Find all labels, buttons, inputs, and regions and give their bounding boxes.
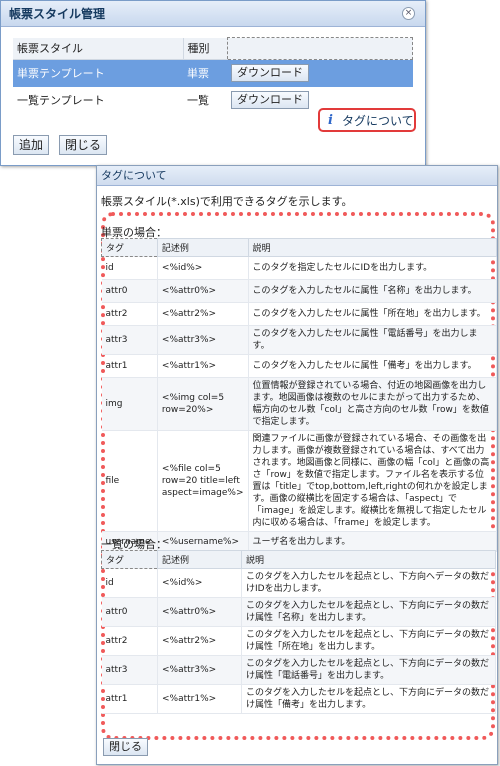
row-type: 単票 (183, 59, 227, 87)
about-tags-label: タグについて (342, 113, 414, 128)
table-row: attr3 <%attr3%> このタグを入力したセルを起点とし、下方向にデータ… (101, 655, 496, 685)
tag-cell: img (101, 377, 158, 431)
tag-cell: attr3 (101, 655, 158, 685)
description-cell: ユーザ名を出力します。 (248, 531, 497, 552)
tag-cell: attr1 (101, 354, 158, 378)
table-row: attr0 <%attr0%> このタグを入力したセルに属性「名称」を出力します… (101, 279, 497, 303)
column-header-action (226, 37, 413, 60)
row-type: 一覧 (187, 94, 209, 107)
description-cell: このタグを入力したセルを起点とし、下方向へデータの数だけIDを出力します。 (241, 568, 496, 598)
column-header-example[interactable]: 記述例 (157, 550, 242, 569)
description-cell: 関連ファイルに画像が登録されている場合、その画像を出力します。画像が複数登録され… (248, 430, 497, 532)
dialog-description: 帳票スタイル(*.xls)で利用できるタグを示します。 (101, 195, 353, 208)
description-cell: このタグを入力したセルを起点とし、下方向にデータの数だけ属性「所在地」を出力しま… (241, 626, 496, 656)
example-cell: <%attr1%> (157, 354, 249, 378)
description-cell: このタグを入力したセルに属性「名称」を出力します。 (248, 279, 497, 303)
close-button[interactable]: 閉じる (103, 738, 148, 756)
description-cell: このタグを入力したセルを起点とし、下方向にデータの数だけ属性「名称」を出力します… (241, 597, 496, 627)
example-cell: <%attr2%> (157, 626, 242, 656)
table-header: 帳票スタイル 種別 (13, 37, 413, 60)
dialog-title: タグについて (97, 166, 497, 186)
table-row: img <%img col=5 row=20%> 位置情報が登録されている場合、… (101, 377, 497, 431)
example-cell: <%id%> (157, 568, 242, 598)
example-cell: <%attr2%> (157, 302, 249, 326)
row-style-name: 単票テンプレート (13, 59, 183, 87)
example-cell: <%attr0%> (157, 597, 242, 627)
table-row: attr3 <%attr3%> このタグを入力したセルに属性「電話番号」を出力し… (101, 325, 497, 355)
table-row: attr1 <%attr1%> このタグを入力したセルを起点とし、下方向にデータ… (101, 684, 496, 714)
table-row: id <%id%> このタグを指定したセルにIDを出力します。 (101, 256, 497, 280)
tag-help-dialog: タグについて 帳票スタイル(*.xls)で利用できるタグを示します。 単票の場合… (96, 165, 498, 765)
download-button[interactable]: ダウンロード (231, 64, 309, 83)
close-icon[interactable]: × (402, 7, 415, 20)
add-button[interactable]: 追加 (13, 135, 50, 155)
table-header: タグ 記述例 説明 (101, 238, 497, 257)
description-cell: このタグを入力したセルを起点とし、下方向にデータの数だけ属性「電話番号」を出力し… (241, 655, 496, 685)
row-style-name: 一覧テンプレート (17, 94, 105, 107)
table-row: attr2 <%attr2%> このタグを入力したセルを起点とし、下方向にデータ… (101, 626, 496, 656)
column-header-example[interactable]: 記述例 (156, 238, 249, 257)
tag-cell: id (101, 256, 158, 280)
about-tags-link[interactable]: i タグについて (318, 108, 416, 132)
description-cell: このタグを入力したセルに属性「所在地」を出力します。 (248, 302, 497, 326)
column-header-tag[interactable]: タグ (101, 550, 158, 569)
description-cell: このタグを入力したセルを起点とし、下方向にデータの数だけ属性「備考」を出力します… (241, 684, 496, 714)
tag-cell: id (101, 568, 158, 598)
column-header-description[interactable]: 説明 (247, 238, 497, 257)
example-cell: <%id%> (157, 256, 249, 280)
table-row: attr2 <%attr2%> このタグを入力したセルに属性「所在地」を出力しま… (101, 302, 497, 326)
list-tag-table: タグ 記述例 説明 id <%id%> このタグを入力したセルを起点とし、下方向… (101, 550, 496, 714)
dialog-title: 帳票スタイル管理 (9, 7, 106, 21)
tag-cell: attr1 (101, 684, 158, 714)
example-cell: <%attr3%> (157, 655, 242, 685)
tag-cell: attr0 (101, 597, 158, 627)
example-cell: <%file col=5 row=20 title=left aspect=im… (157, 430, 249, 532)
column-header-style[interactable]: 帳票スタイル (13, 37, 184, 60)
close-button[interactable]: 閉じる (59, 135, 108, 155)
example-cell: <%img col=5 row=20%> (157, 377, 249, 431)
example-cell: <%attr1%> (157, 684, 242, 714)
style-table: 帳票スタイル 種別 単票テンプレート 単票 ダウンロード 一覧テンプレート 一覧… (13, 37, 413, 114)
example-cell: <%attr0%> (157, 279, 249, 303)
column-header-description[interactable]: 説明 (241, 550, 496, 569)
description-cell: 位置情報が登録されている場合、付近の地図画像を出力します。地図画像は複数のセルに… (248, 377, 497, 431)
description-cell: このタグを入力したセルに属性「備考」を出力します。 (248, 354, 497, 378)
tag-cell: attr2 (101, 302, 158, 326)
download-button[interactable]: ダウンロード (231, 91, 309, 109)
description-cell: このタグを入力したセルに属性「電話番号」を出力します。 (248, 325, 497, 355)
single-tag-table: タグ 記述例 説明 id <%id%> このタグを指定したセルにIDを出力します… (101, 238, 497, 552)
table-header: タグ 記述例 説明 (101, 550, 496, 569)
tag-cell: attr2 (101, 626, 158, 656)
tag-cell: attr0 (101, 279, 158, 303)
description-cell: このタグを指定したセルにIDを出力します。 (248, 256, 497, 280)
table-row: file <%file col=5 row=20 title=left aspe… (101, 430, 497, 532)
info-icon: i (328, 113, 333, 128)
example-cell: <%attr3%> (157, 325, 249, 355)
column-header-tag[interactable]: タグ (101, 238, 158, 257)
table-row: attr0 <%attr0%> このタグを入力したセルを起点とし、下方向にデータ… (101, 597, 496, 627)
style-manager-dialog: 帳票スタイル管理 × 帳票スタイル 種別 単票テンプレート 単票 ダウンロード … (0, 0, 426, 166)
tag-cell: file (101, 430, 158, 532)
column-header-type[interactable]: 種別 (183, 37, 227, 60)
tag-cell: attr3 (101, 325, 158, 355)
table-row: id <%id%> このタグを入力したセルを起点とし、下方向へデータの数だけID… (101, 568, 496, 598)
row-action: ダウンロード (227, 59, 413, 87)
example-cell: <%username%> (157, 531, 249, 552)
dialog-title-bar: 帳票スタイル管理 (1, 1, 425, 27)
table-row: attr1 <%attr1%> このタグを入力したセルに属性「備考」を出力します… (101, 354, 497, 378)
table-row[interactable]: 単票テンプレート 単票 ダウンロード (13, 59, 413, 87)
